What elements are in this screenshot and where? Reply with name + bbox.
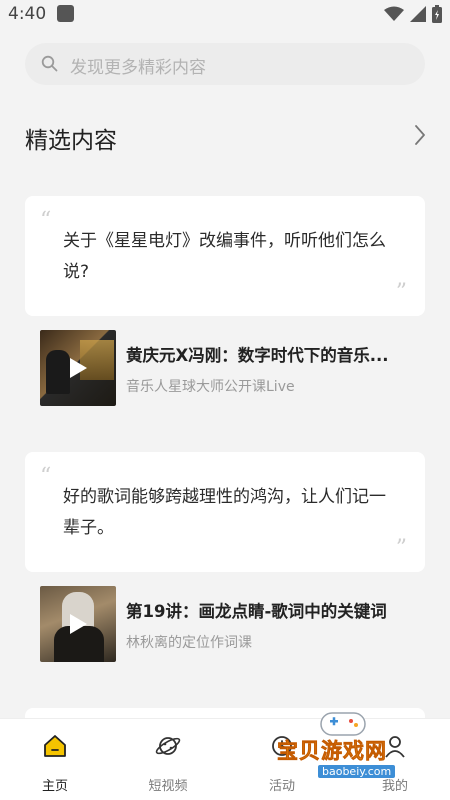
media-subtitle: 音乐人星球大师公开课Live [126, 379, 295, 395]
planet-icon [155, 737, 181, 755]
quote-card[interactable]: “ 关于《星星电灯》改编事件，听听他们怎么说? ” [25, 196, 425, 316]
search-bar[interactable]: 发现更多精彩内容 [25, 43, 425, 85]
tab-label: 短视频 [148, 779, 188, 794]
media-subtitle: 林秋离的定位作词课 [126, 635, 252, 651]
section-title: 精选内容 [25, 128, 117, 154]
watermark-url: baobeiy.com [318, 765, 396, 778]
quote-close-icon: ” [395, 536, 407, 561]
media-item[interactable]: 黄庆元X冯刚：数字时代下的音乐... 音乐人星球大师公开课Live [40, 330, 420, 406]
wifi-icon [384, 6, 404, 21]
watermark: 宝贝游戏网 baobeiy.com [255, 705, 425, 785]
status-bar: 4:40 [0, 0, 450, 30]
status-time: 4:40 [8, 4, 47, 24]
media-title[interactable]: 第19讲：画龙点睛-歌词中的关键词 [126, 598, 416, 622]
play-icon[interactable] [67, 613, 89, 635]
gamepad-icon [320, 712, 366, 736]
tab-label: 主页 [41, 779, 68, 794]
tab-home[interactable]: 主页 [0, 719, 110, 800]
watermark-text: 宝贝游戏网 [277, 739, 387, 764]
video-thumbnail[interactable] [40, 586, 116, 662]
chevron-right-icon[interactable] [414, 124, 426, 146]
battery-icon [432, 5, 442, 23]
media-title[interactable]: 黄庆元X冯刚：数字时代下的音乐... [126, 342, 416, 366]
quote-text: 关于《星星电灯》改编事件，听听他们怎么说? [63, 231, 386, 282]
tab-short-video[interactable]: 短视频 [113, 719, 223, 800]
quote-open-icon: “ [40, 208, 52, 233]
search-input[interactable]: 发现更多精彩内容 [70, 53, 206, 78]
quote-text: 好的歌词能够跨越理性的鸿沟，让人们记一辈子。 [63, 487, 386, 538]
quote-open-icon: “ [40, 464, 52, 489]
video-thumbnail[interactable] [40, 330, 116, 406]
quote-close-icon: ” [395, 280, 407, 305]
search-icon [41, 55, 58, 72]
notification-icon [57, 5, 74, 22]
quote-card[interactable]: “ 好的歌词能够跨越理性的鸿沟，让人们记一辈子。 ” [25, 452, 425, 572]
signal-icon [410, 6, 426, 22]
media-item[interactable]: 第19讲：画龙点睛-歌词中的关键词 林秋离的定位作词课 [40, 586, 420, 662]
play-icon[interactable] [67, 357, 89, 379]
home-icon [44, 735, 66, 757]
status-icons [384, 5, 442, 23]
